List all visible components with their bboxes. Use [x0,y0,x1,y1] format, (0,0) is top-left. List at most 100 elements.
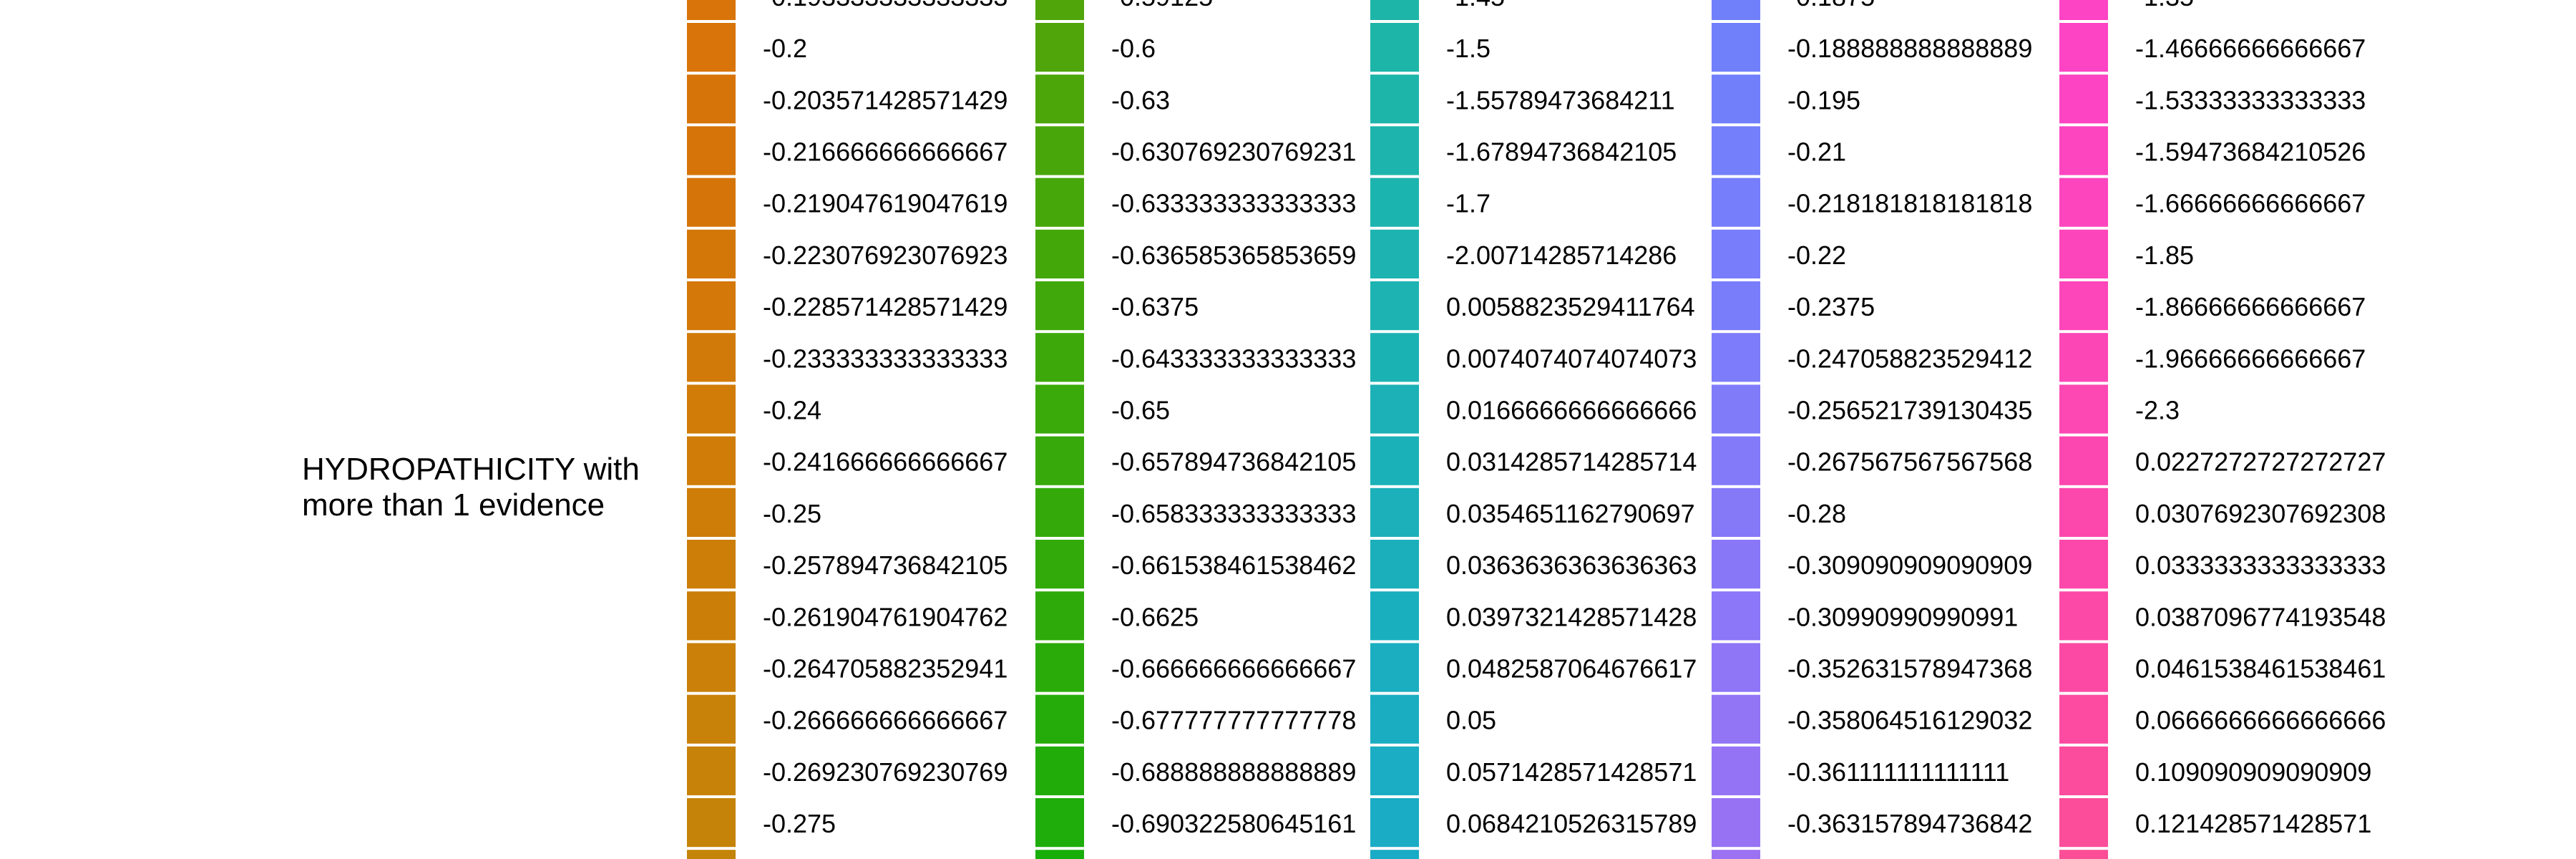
legend-label-5-5: -1.85 [2135,241,2194,270]
legend-label-top-partial-4: -0.1875 [1787,0,1875,11]
legend-label-1-1: -0.2 [763,34,807,63]
legend-swatch-2-15 [1035,746,1084,795]
legend-label-2-11: -0.661538461538462 [1111,550,1356,580]
legend-swatch-4-11 [1712,540,1760,589]
legend-swatch-3-6 [1370,281,1419,331]
legend-swatch-3-13 [1370,643,1419,692]
legend-label-2-16: -0.690322580645161 [1111,809,1356,838]
legend-swatch-5-1 [2059,23,2108,72]
legend-swatch-3-2 [1370,74,1419,124]
legend-label-4-5: -0.22 [1787,241,1846,270]
legend-swatch-1-9 [687,436,736,485]
legend-label-1-15: -0.269230769230769 [763,757,1008,787]
legend-label-3-16: 0.0684210526315789 [1446,809,1697,838]
legend-label-5-16: 0.121428571428571 [2135,809,2371,838]
legend-swatch-3-15 [1370,746,1419,795]
legend-swatch-4-14 [1712,694,1760,744]
legend-label-3-5: -2.00714285714286 [1446,241,1677,270]
legend-swatch-5-15 [2059,746,2108,795]
legend-swatch-1-8 [687,384,736,434]
legend-swatch-5-10 [2059,487,2108,537]
legend-label-5-10: 0.0307692307692308 [2135,499,2386,528]
legend-label-2-9: -0.657894736842105 [1111,447,1356,477]
legend-label-2-7: -0.643333333333333 [1111,344,1356,373]
legend-label-1-16: -0.275 [763,809,836,838]
legend-swatch-1-1 [687,23,736,72]
legend-swatch-5-9 [2059,436,2108,485]
legend-title-line-1: HYDROPATHICITY with [302,452,640,487]
legend-swatch-2-13 [1035,643,1084,692]
legend-swatch-3-11 [1370,540,1419,589]
legend-label-3-10: 0.0354651162790697 [1446,499,1695,528]
legend-label-3-4: -1.7 [1446,189,1491,218]
legend-label-1-8: -0.24 [763,396,821,425]
legend-swatch-4-5 [1712,229,1760,278]
legend-swatch-4-1 [1712,23,1760,72]
legend-label-3-9: 0.0314285714285714 [1446,447,1697,477]
legend-label-2-12: -0.6625 [1111,602,1199,631]
legend-swatch-1-14 [687,694,736,744]
legend-label-5-6: -1.86666666666667 [2135,292,2366,321]
legend-label-2-6: -0.6375 [1111,292,1199,321]
legend-swatch-5-14 [2059,694,2108,744]
legend-label-3-13: 0.0482587064676617 [1446,654,1697,684]
legend-swatch-1-13 [687,643,736,692]
legend-label-1-5: -0.223076923076923 [763,241,1008,270]
legend-swatch-3-9 [1370,436,1419,485]
legend-label-4-13: -0.352631578947368 [1787,654,2032,684]
legend-label-4-1: -0.188888888888889 [1787,34,2032,63]
legend-label-1-2: -0.203571428571429 [763,85,1008,115]
legend-label-4-11: -0.309090909090909 [1787,550,2032,580]
legend-swatch-3-1 [1370,23,1419,72]
legend-swatch-5-2 [2059,74,2108,124]
legend-swatch-top-partial-2 [1035,0,1084,20]
legend-label-4-7: -0.247058823529412 [1787,344,2032,373]
legend-label-4-8: -0.256521739130435 [1787,396,2032,425]
legend-label-4-4: -0.218181818181818 [1787,189,2032,218]
legend-swatch-2-10 [1035,487,1084,537]
legend-swatch-1-3 [687,126,736,175]
legend-swatch-3-10 [1370,487,1419,537]
legend-swatch-bottom-partial-4 [1712,850,1760,859]
legend-swatch-4-8 [1712,384,1760,434]
legend-label-top-partial-2: -0.59125 [1111,0,1213,11]
legend-swatch-4-9 [1712,436,1760,485]
legend-swatch-5-11 [2059,540,2108,589]
legend-label-3-14: 0.05 [1446,706,1496,735]
legend-swatch-5-4 [2059,178,2108,227]
legend-swatch-bottom-partial-2 [1035,850,1084,859]
legend-swatch-1-7 [687,333,736,382]
legend-label-5-13: 0.0461538461538461 [2135,654,2386,684]
legend-swatch-2-6 [1035,281,1084,331]
legend-label-4-6: -0.2375 [1787,292,1875,321]
legend-label-3-8: 0.0166666666666666 [1446,396,1697,425]
legend-swatch-1-6 [687,281,736,331]
legend-label-5-2: -1.53333333333333 [2135,85,2366,115]
legend-label-1-7: -0.233333333333333 [763,344,1008,373]
legend-label-2-15: -0.688888888888889 [1111,757,1356,787]
legend-label-4-10: -0.28 [1787,499,1846,528]
legend-label-top-partial-5: -1.35 [2135,0,2194,11]
legend-swatch-top-partial-4 [1712,0,1760,20]
legend-swatch-4-3 [1712,126,1760,175]
legend-swatch-1-15 [687,746,736,795]
legend-label-1-6: -0.228571428571429 [763,292,1008,321]
legend-label-2-14: -0.677777777777778 [1111,706,1356,735]
legend-swatch-2-5 [1035,229,1084,278]
legend-label-5-12: 0.0387096774193548 [2135,602,2386,631]
legend-swatch-3-3 [1370,126,1419,175]
legend-label-3-2: -1.55789473684211 [1446,85,1675,115]
legend-swatch-4-13 [1712,643,1760,692]
legend-swatch-top-partial-1 [687,0,736,20]
legend-label-1-12: -0.261904761904762 [763,602,1008,631]
legend-label-5-14: 0.0666666666666666 [2135,706,2386,735]
legend-label-5-9: 0.0227272727272727 [2135,447,2386,477]
legend-label-2-8: -0.65 [1111,396,1170,425]
legend-swatch-5-7 [2059,333,2108,382]
legend-label-5-15: 0.109090909090909 [2135,757,2371,787]
legend-label-4-2: -0.195 [1787,85,1860,115]
legend-label-2-1: -0.6 [1111,34,1156,63]
legend-title-line-2: more than 1 evidence [302,487,605,523]
legend-label-2-4: -0.633333333333333 [1111,189,1356,218]
legend-swatch-5-5 [2059,229,2108,278]
